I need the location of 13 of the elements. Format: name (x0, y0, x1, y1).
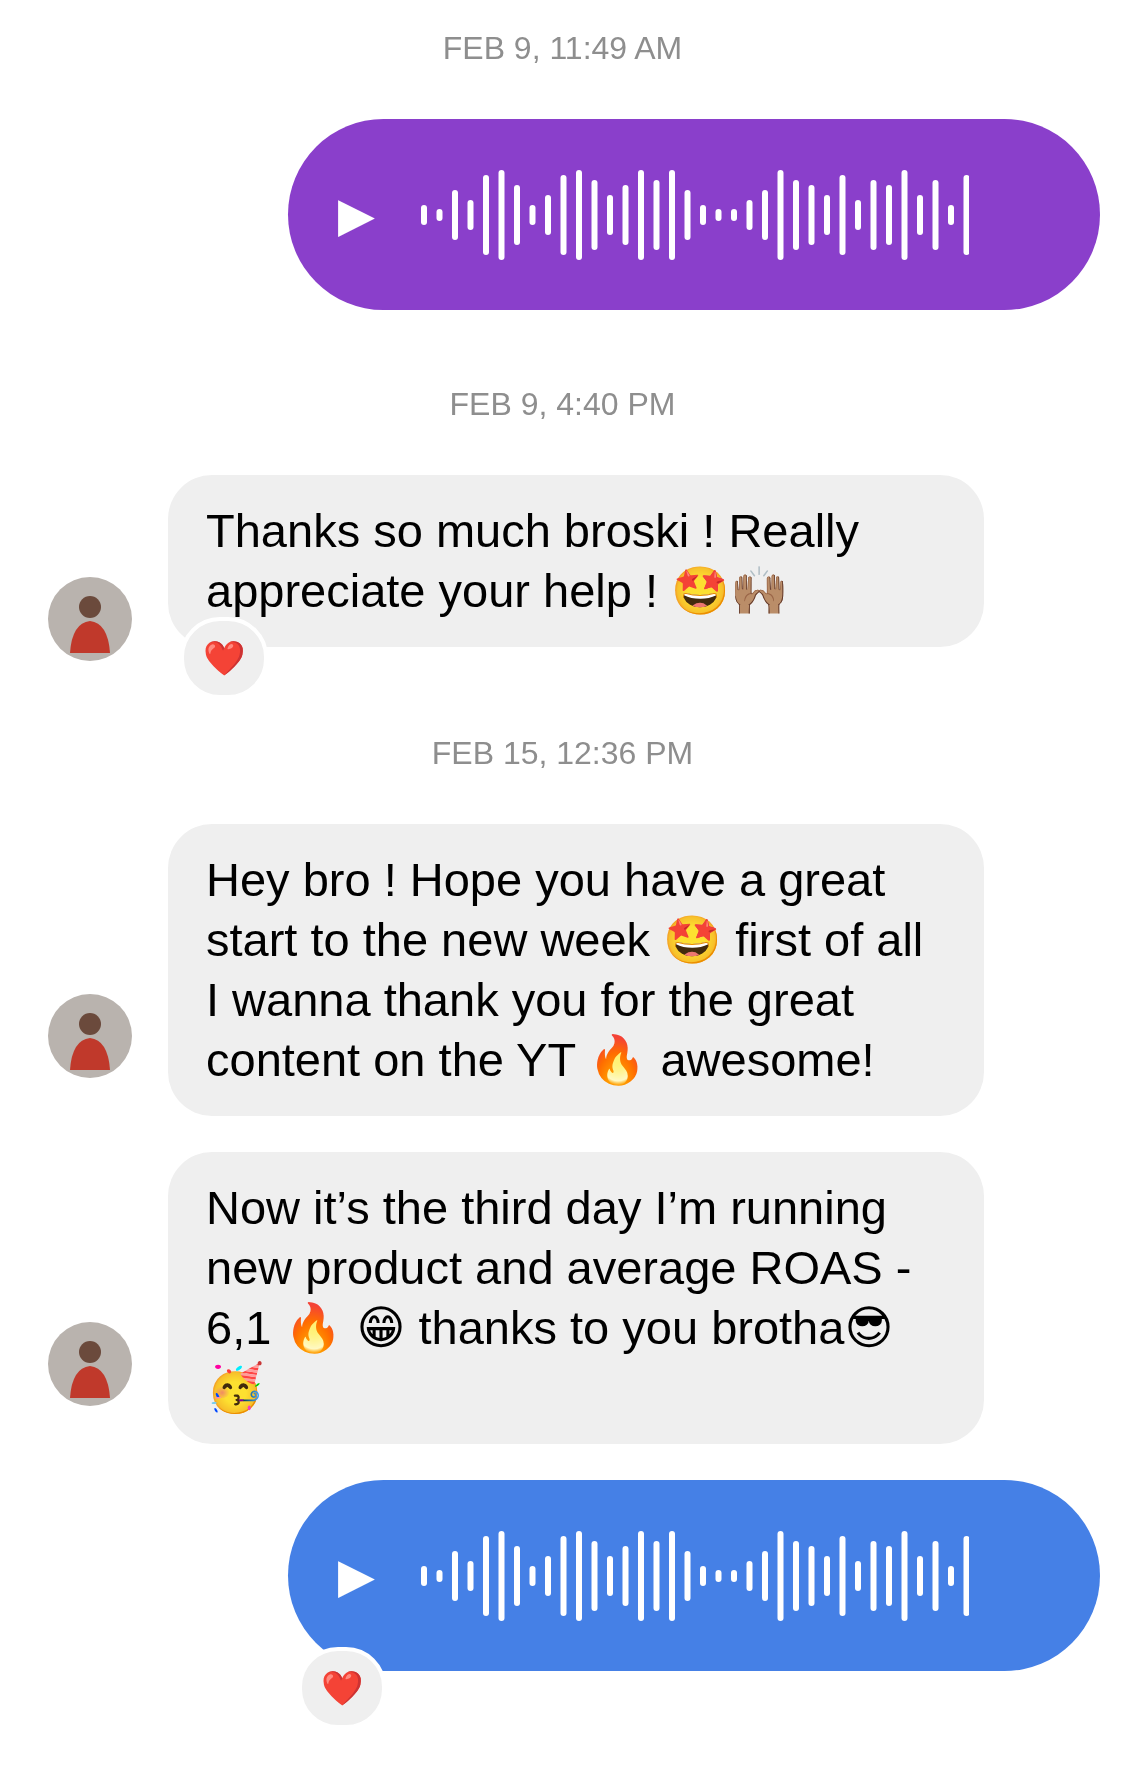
avatar-icon[interactable] (48, 994, 132, 1078)
avatar-icon[interactable] (48, 1322, 132, 1406)
play-button[interactable]: ▶ (338, 190, 375, 239)
message-text: Thanks so much broski ! Really appreciate your help ! 🤩🙌🏽 (206, 503, 861, 619)
message-timestamp: FEB 9, 4:40 PM (448, 386, 677, 423)
voice-message-bubble[interactable]: ▶ (288, 1480, 1100, 1671)
play-button[interactable]: ▶ (338, 1551, 375, 1600)
voice-message-bubble[interactable]: ▶ (288, 119, 1100, 310)
message-text: Now it’s the third day I’m running new product and average ROAS - 6,1 🔥 😁 thanks to you brotha😎 🥳 (206, 1180, 913, 1416)
avatar-icon[interactable] (48, 577, 132, 661)
message-text: Hey bro ! Hope you have a great start to the new week 🤩 first of all I wanna thank you for the great content on the YT 🔥 awesome! (206, 852, 925, 1088)
message-timestamp: FEB 15, 12:36 PM (430, 735, 695, 772)
message-timestamp: FEB 9, 11:49 AM (441, 30, 684, 67)
